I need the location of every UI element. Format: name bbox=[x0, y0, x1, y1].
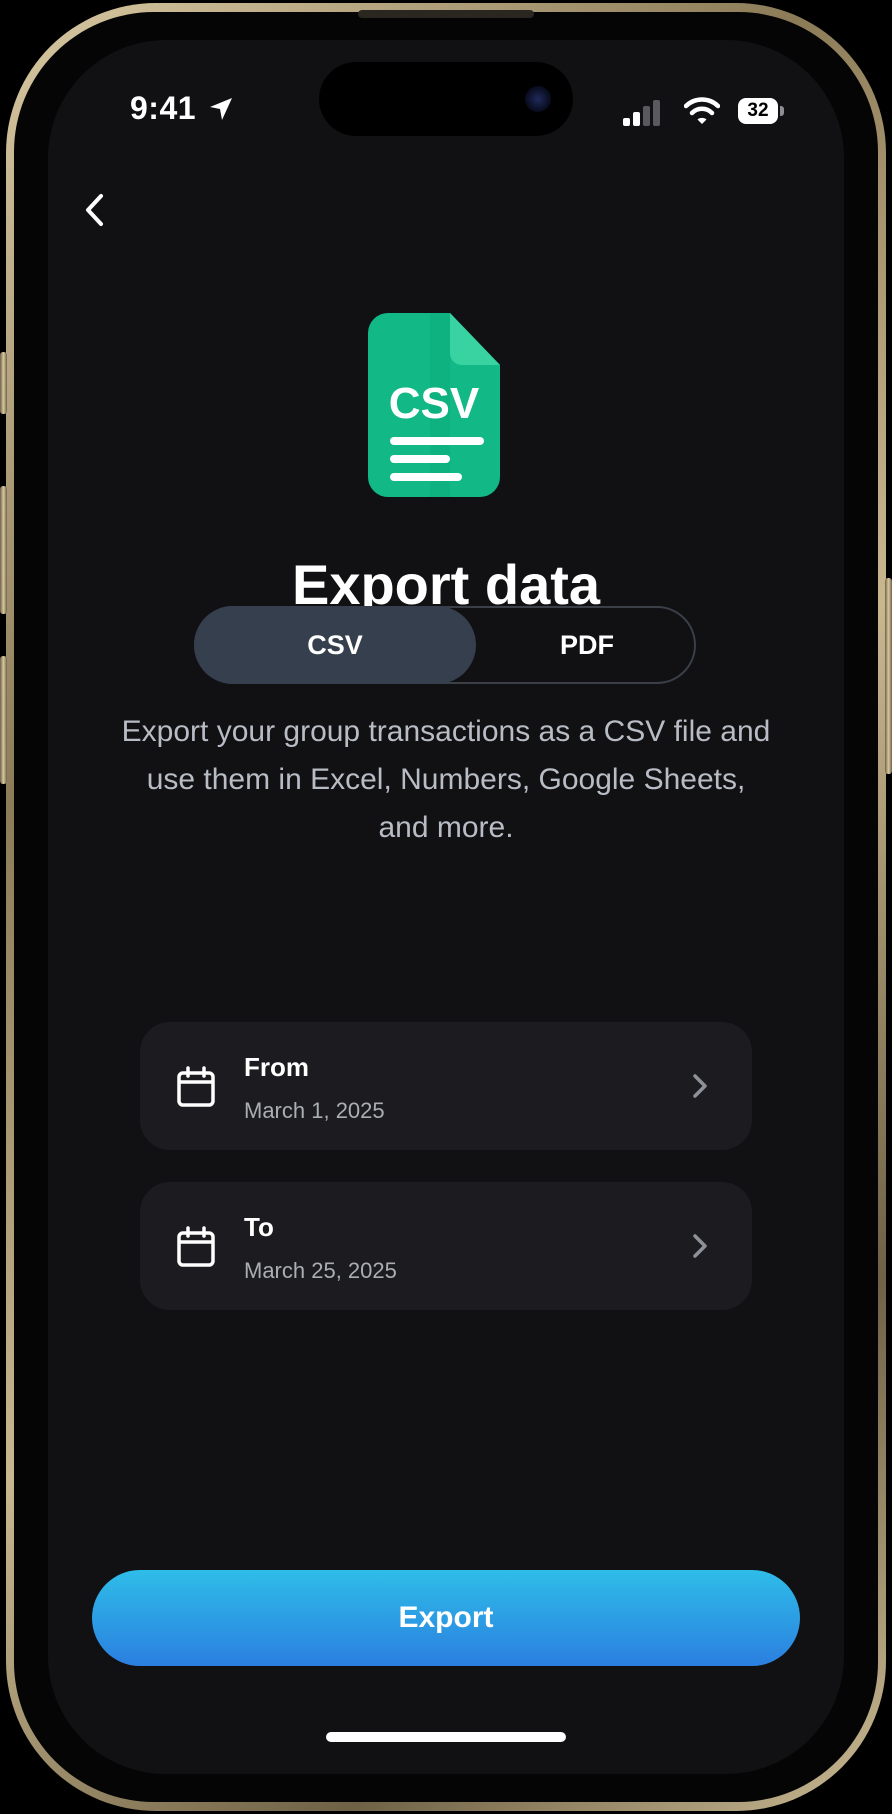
wifi-icon bbox=[684, 97, 720, 124]
power-button bbox=[885, 578, 892, 774]
to-date-row[interactable]: To March 25, 2025 bbox=[140, 1182, 752, 1310]
camera-icon bbox=[525, 86, 551, 112]
from-label: From bbox=[244, 1052, 309, 1082]
cellular-signal-icon bbox=[623, 100, 660, 126]
to-date-value: March 25, 2025 bbox=[244, 1258, 397, 1283]
csv-file-icon: CSV bbox=[368, 313, 500, 497]
calendar-icon bbox=[177, 1226, 215, 1267]
csv-file-label: CSV bbox=[389, 379, 480, 428]
volume-up-button bbox=[0, 486, 7, 614]
speaker-slot bbox=[358, 10, 534, 18]
phone-device: 9:41 32 CSV Export data CSV PDF Export y… bbox=[0, 0, 892, 1814]
app-screen: 9:41 32 CSV Export data CSV PDF Export y… bbox=[48, 40, 844, 1774]
format-toggle: CSV PDF bbox=[194, 606, 696, 684]
chevron-right-icon bbox=[693, 1074, 707, 1098]
home-indicator bbox=[326, 1732, 566, 1742]
volume-down-button bbox=[0, 656, 7, 784]
export-button[interactable]: Export bbox=[92, 1570, 800, 1666]
from-date-value: March 1, 2025 bbox=[244, 1098, 385, 1123]
tab-pdf[interactable]: PDF bbox=[476, 606, 698, 684]
battery-icon: 32 bbox=[738, 98, 784, 126]
back-button[interactable] bbox=[74, 188, 118, 232]
dynamic-island bbox=[319, 62, 573, 136]
action-button bbox=[0, 352, 7, 414]
from-date-row[interactable]: From March 1, 2025 bbox=[140, 1022, 752, 1150]
chevron-right-icon bbox=[693, 1234, 707, 1258]
status-time: 9:41 bbox=[130, 90, 197, 126]
calendar-icon bbox=[177, 1066, 215, 1107]
battery-level: 32 bbox=[738, 98, 778, 124]
location-arrow-icon bbox=[210, 98, 232, 120]
to-label: To bbox=[244, 1212, 274, 1242]
tab-csv[interactable]: CSV bbox=[194, 606, 476, 684]
export-description: Export your group transactions as a CSV … bbox=[121, 715, 771, 844]
